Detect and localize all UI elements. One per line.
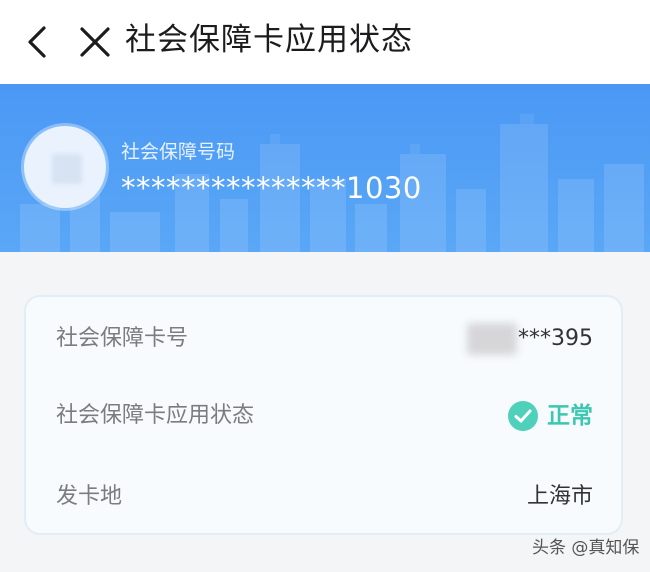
social-security-number-label: 社会保障号码	[121, 141, 236, 163]
social-security-banner: 社会保障号码 ***************1030	[0, 84, 650, 252]
issuing-place-label: 发卡地	[56, 484, 123, 509]
avatar	[24, 126, 106, 208]
chevron-left-icon[interactable]	[20, 22, 56, 62]
card-status-label: 社会保障卡应用状态	[56, 403, 255, 428]
issuing-place-value: 上海市	[526, 484, 593, 509]
close-icon[interactable]	[76, 22, 114, 62]
card-number-label: 社会保障卡号	[56, 326, 189, 351]
blurred-photo	[52, 154, 82, 184]
page-title: 社会保障卡应用状态	[125, 22, 413, 58]
watermark: 头条 @真知保	[532, 538, 640, 558]
top-nav-bar: 社会保障卡应用状态	[0, 0, 650, 84]
page: 社会保障卡应用状态 社会保障号码 ***************1030 社会保…	[0, 0, 650, 572]
row-issuing-place: 发卡地 上海市	[26, 477, 621, 517]
card-info-panel: 社会保障卡号 ***395 社会保障卡应用状态 正常 发卡地 上海市	[24, 295, 623, 535]
blurred-card-digits	[467, 323, 517, 355]
social-security-number-value: ***************1030	[121, 171, 422, 205]
card-number-value: ***395	[518, 326, 593, 351]
status-badge: 正常	[507, 396, 593, 436]
check-circle-icon	[508, 401, 538, 431]
row-card-number: 社会保障卡号 ***395	[26, 319, 621, 359]
card-status-value: 正常	[547, 403, 593, 429]
row-card-status: 社会保障卡应用状态 正常	[26, 396, 621, 436]
